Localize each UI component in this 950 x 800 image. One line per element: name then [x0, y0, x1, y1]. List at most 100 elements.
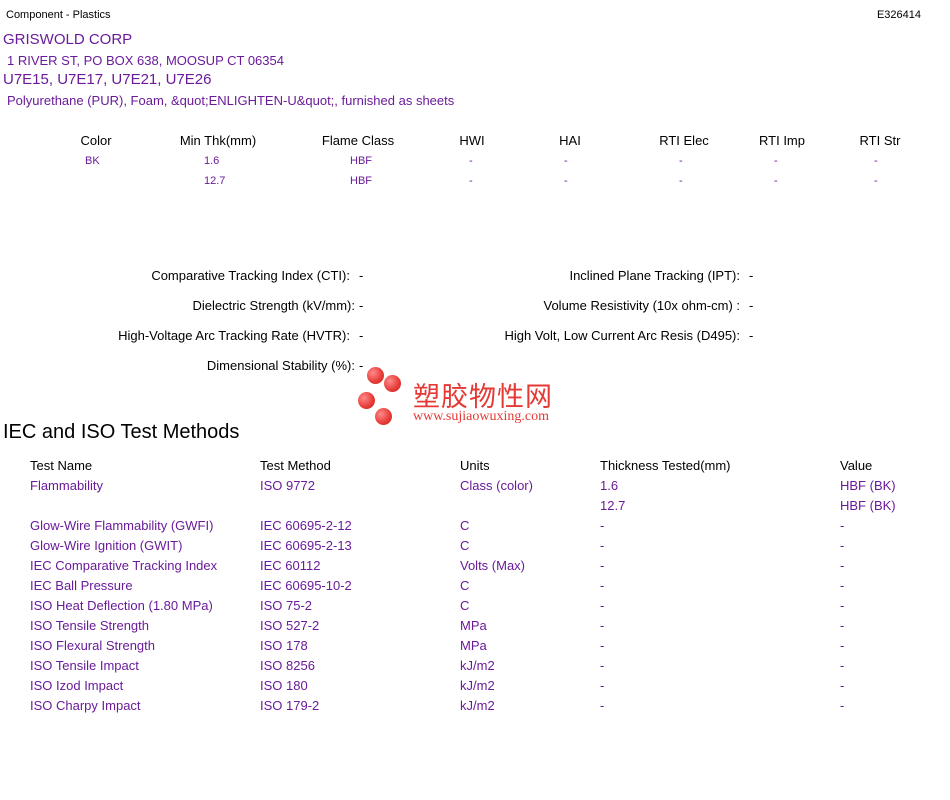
cti-label: Comparative Tracking Index (CTI):	[151, 268, 350, 283]
iec-cell: -	[600, 698, 605, 713]
iec-cell: HBF (BK)	[840, 478, 896, 493]
cti-value: -	[359, 268, 364, 283]
iec-cell: -	[840, 658, 845, 673]
ipt-value: -	[749, 268, 754, 283]
iec-cell: ISO Charpy Impact	[30, 698, 141, 713]
iec-cell: Volts (Max)	[460, 558, 526, 573]
iec-cell: -	[840, 578, 845, 593]
iec-cell: ISO 179-2	[260, 698, 320, 713]
dimensional-stability-label: Dimensional Stability (%):	[206, 358, 355, 373]
iec-cell: IEC 60695-10-2	[260, 578, 352, 593]
rating-cell: -	[564, 175, 568, 187]
iec-header-test-method: Test Method	[260, 458, 331, 473]
iec-cell: HBF (BK)	[840, 498, 896, 513]
iec-cell: IEC 60695-2-12	[260, 518, 352, 533]
iec-cell: -	[840, 678, 845, 693]
rating-header-hai: HAI	[559, 133, 581, 148]
company-address: 1 RIVER ST, PO BOX 638, MOOSUP CT 06354	[7, 53, 284, 68]
iec-cell: ISO 9772	[260, 478, 315, 493]
rating-header-rti-elec: RTI Elec	[659, 133, 709, 148]
rating-header-flame-class: Flame Class	[321, 133, 395, 148]
rating-cell: -	[564, 155, 568, 167]
iec-cell: -	[840, 518, 845, 533]
iec-cell: IEC Ball Pressure	[30, 578, 133, 593]
rating-cell: BK	[85, 155, 100, 167]
iec-cell: Flammability	[30, 478, 103, 493]
section-title: IEC and ISO Test Methods	[3, 421, 240, 443]
iec-cell: ISO 527-2	[260, 618, 320, 633]
rating-cell: -	[774, 155, 778, 167]
iec-header-value: Value	[840, 458, 873, 473]
iec-cell: ISO 8256	[260, 658, 315, 673]
iec-cell: ISO 180	[260, 678, 308, 693]
material-description: Polyurethane (PUR), Foam, &quot;ENLIGHTE…	[7, 93, 455, 108]
rating-cell: HBF	[350, 175, 372, 187]
watermark-dot	[375, 408, 392, 425]
volume-resistivity-value: -	[749, 298, 754, 313]
iec-cell: C	[460, 598, 470, 613]
watermark-dot	[358, 392, 375, 409]
iec-cell: -	[600, 618, 605, 633]
iec-cell: kJ/m2	[460, 678, 495, 693]
iec-cell: 12.7	[600, 498, 626, 513]
iec-cell: -	[600, 678, 605, 693]
rating-header-min-thk: Min Thk(mm)	[179, 133, 257, 148]
company-name: GRISWOLD CORP	[3, 31, 133, 48]
rating-header-rti-imp: RTI Imp	[759, 133, 805, 148]
watermark-url: www.sujiaowuxing.com	[413, 409, 549, 424]
d495-label: High Volt, Low Current Arc Resis (D495):	[504, 328, 740, 343]
hvtr-label: High-Voltage Arc Tracking Rate (HVTR):	[118, 328, 350, 343]
iec-cell: -	[840, 558, 845, 573]
model-numbers: U7E15, U7E17, U7E21, U7E26	[3, 71, 212, 88]
iec-cell: -	[600, 558, 605, 573]
rating-cell: -	[774, 175, 778, 187]
iec-cell: kJ/m2	[460, 658, 495, 673]
iec-cell: ISO Tensile Strength	[30, 618, 149, 633]
iec-cell: ISO Flexural Strength	[30, 638, 155, 653]
watermark-dot	[367, 367, 384, 384]
rating-cell: -	[874, 175, 878, 187]
iec-cell: ISO 178	[260, 638, 308, 653]
iec-cell: -	[840, 698, 845, 713]
ipt-label: Inclined Plane Tracking (IPT):	[569, 268, 740, 283]
rating-header-rti-str: RTI Str	[859, 133, 901, 148]
rating-cell: -	[469, 175, 473, 187]
iec-cell: ISO Tensile Impact	[30, 658, 139, 673]
iec-cell: -	[840, 538, 845, 553]
dielectric-strength-label: Dielectric Strength (kV/mm):	[192, 298, 355, 313]
iec-cell: Class (color)	[460, 478, 533, 493]
iec-cell: MPa	[460, 618, 487, 633]
volume-resistivity-label: Volume Resistivity (10x ohm-cm) :	[543, 298, 741, 313]
iec-cell: IEC 60695-2-13	[260, 538, 352, 553]
rating-cell: 1.6	[204, 155, 220, 167]
iec-cell: -	[600, 538, 605, 553]
rating-cell: 12.7	[204, 175, 226, 187]
iec-cell: IEC Comparative Tracking Index	[30, 558, 218, 573]
iec-cell: -	[840, 638, 845, 653]
iec-cell: IEC 60112	[260, 558, 321, 573]
iec-header-test-name: Test Name	[30, 458, 93, 473]
dielectric-strength-value: -	[359, 298, 364, 313]
rating-header-color: Color	[80, 133, 112, 148]
rating-header-hwi: HWI	[459, 133, 485, 148]
rating-cell: -	[679, 175, 683, 187]
rating-cell: -	[469, 155, 473, 167]
d495-value: -	[749, 328, 754, 343]
iec-cell: C	[460, 578, 470, 593]
iec-header-units: Units	[460, 458, 490, 473]
iec-cell: ISO Izod Impact	[30, 678, 124, 693]
iec-cell: -	[600, 578, 605, 593]
iec-cell: C	[460, 518, 470, 533]
hvtr-value: -	[359, 328, 364, 343]
iec-header-thickness: Thickness Tested(mm)	[600, 458, 731, 473]
iec-cell: ISO 75-2	[260, 598, 313, 613]
iec-cell: -	[600, 658, 605, 673]
rating-cell: -	[679, 155, 683, 167]
iec-cell: MPa	[460, 638, 487, 653]
iec-cell: -	[600, 518, 605, 533]
document-category: Component - Plastics	[6, 9, 111, 21]
iec-cell: -	[600, 598, 605, 613]
rating-cell: -	[874, 155, 878, 167]
iec-cell: -	[600, 638, 605, 653]
iec-cell: 1.6	[600, 478, 619, 493]
